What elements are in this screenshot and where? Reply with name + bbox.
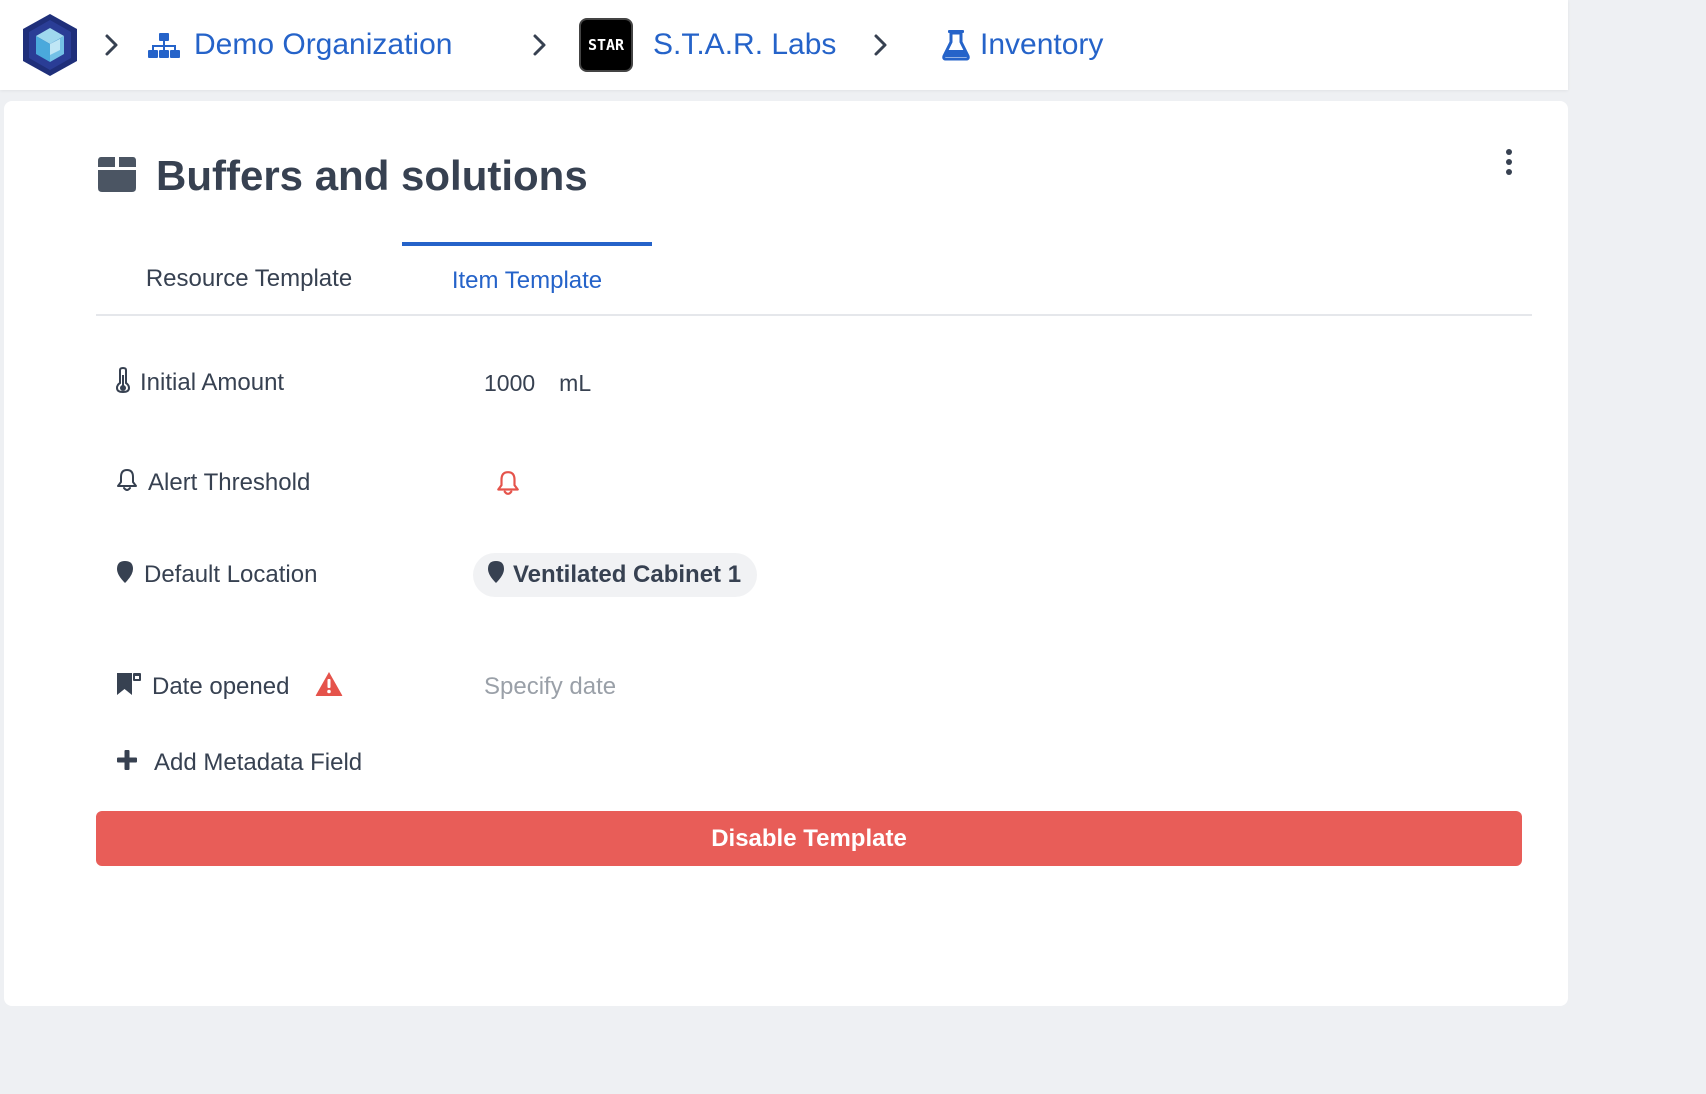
breadcrumb-label: S.T.A.R. Labs xyxy=(653,28,837,61)
map-pin-icon xyxy=(487,560,505,591)
tab-item-template[interactable]: Item Template xyxy=(402,242,652,316)
field-label-alert-threshold: Alert Threshold xyxy=(148,469,311,496)
sitemap-icon xyxy=(148,31,180,59)
bell-alert-icon[interactable] xyxy=(496,470,520,496)
page-title: Buffers and solutions xyxy=(156,152,588,199)
date-opened-input[interactable] xyxy=(484,667,784,707)
chevron-right-icon xyxy=(873,33,889,57)
breadcrumb-demo-organization[interactable]: Demo Organization xyxy=(148,22,452,68)
add-metadata-field-label: Add Metadata Field xyxy=(154,749,363,776)
location-chip[interactable]: Ventilated Cabinet 1 xyxy=(473,553,758,597)
amount-number: 1000 xyxy=(484,369,536,396)
breadcrumb-star-labs[interactable]: STAR S.T.A.R. Labs xyxy=(579,18,837,72)
chevron-right-icon xyxy=(104,33,120,57)
template-tabs: Resource Template Item Template xyxy=(96,242,1532,316)
chevron-right-icon xyxy=(532,33,548,57)
add-metadata-field-button[interactable]: Add Metadata Field xyxy=(116,743,362,783)
field-initial-amount: Initial Amount 1000 mL xyxy=(115,363,591,403)
breadcrumb-label: Demo Organization xyxy=(194,28,453,61)
flask-icon xyxy=(942,29,970,61)
bookmark-calendar-icon xyxy=(116,671,142,704)
field-alert-threshold: Alert Threshold xyxy=(116,463,519,503)
field-label-initial-amount: Initial Amount xyxy=(140,369,285,396)
bell-icon xyxy=(116,468,138,499)
map-pin-icon xyxy=(116,560,134,591)
field-date-opened: Date opened xyxy=(116,667,784,707)
field-label-date-opened: Date opened xyxy=(152,673,290,700)
amount-unit: mL xyxy=(559,369,592,396)
page-header: Buffers and solutions xyxy=(98,151,588,201)
field-label-default-location: Default Location xyxy=(144,561,318,588)
app-logo[interactable] xyxy=(20,12,80,78)
breadcrumb-inventory[interactable]: Inventory xyxy=(942,22,1103,68)
tab-resource-template[interactable]: Resource Template xyxy=(96,242,402,316)
location-chip-label: Ventilated Cabinet 1 xyxy=(513,561,742,588)
warning-icon xyxy=(315,671,343,704)
top-navigation-bar: Demo Organization STAR S.T.A.R. Labs Inv… xyxy=(0,0,1568,90)
kebab-menu-icon[interactable] xyxy=(1500,147,1518,177)
thermometer-icon xyxy=(115,366,131,400)
disable-template-button[interactable]: Disable Template xyxy=(96,811,1522,866)
star-labs-logo: STAR xyxy=(579,18,633,72)
box-icon xyxy=(98,156,136,197)
breadcrumb-label: Inventory xyxy=(980,28,1104,61)
field-default-location: Default Location Ventilated Cabinet 1 xyxy=(116,553,758,597)
plus-icon xyxy=(116,749,138,778)
initial-amount-value[interactable]: 1000 mL xyxy=(484,370,591,397)
template-card: Buffers and solutions Resource Template … xyxy=(4,101,1568,1006)
